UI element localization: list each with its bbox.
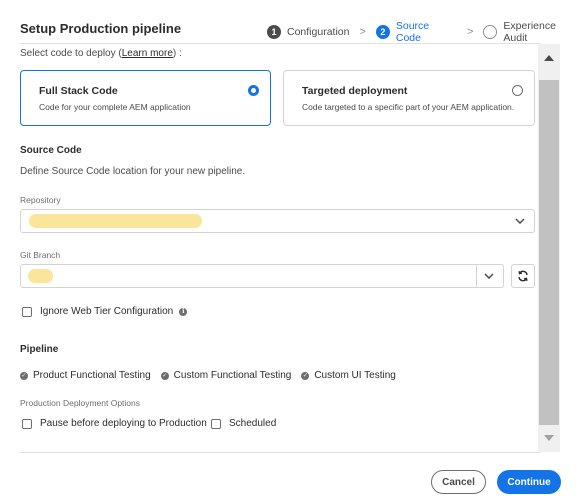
radio-unselected[interactable] bbox=[512, 85, 523, 96]
stepper: 1 Configuration > 2 Source Code > Experi… bbox=[267, 20, 582, 44]
pipeline-test-item: ✓ Custom UI Testing bbox=[301, 370, 396, 381]
step-configuration[interactable]: 1 Configuration bbox=[267, 25, 349, 39]
checkmark-icon: ✓ bbox=[301, 371, 310, 380]
dialog-title: Setup Production pipeline bbox=[20, 21, 182, 36]
card-title: Targeted deployment bbox=[302, 85, 408, 97]
ignore-web-tier-checkbox[interactable] bbox=[22, 306, 32, 317]
chevron-down-icon[interactable] bbox=[483, 270, 495, 282]
redacted-value bbox=[28, 269, 53, 283]
refresh-icon bbox=[518, 270, 528, 282]
card-title: Full Stack Code bbox=[39, 85, 118, 97]
refresh-branches-button[interactable] bbox=[511, 264, 535, 288]
step-label-experience-audit: Experience Audit bbox=[503, 20, 556, 44]
step-circle-empty bbox=[483, 25, 498, 39]
info-icon[interactable]: i bbox=[179, 307, 188, 316]
ignore-web-tier-label: Ignore Web Tier Configuration bbox=[40, 306, 174, 317]
step-number-2: 2 bbox=[375, 25, 390, 39]
select-code-prompt: Select code to deploy (Learn more) : bbox=[20, 48, 182, 59]
footer-divider bbox=[20, 452, 540, 453]
scheduled-option[interactable]: Scheduled bbox=[211, 418, 276, 429]
pipeline-test-item: ✓ Custom Functional Testing bbox=[160, 370, 292, 381]
step-number-1: 1 bbox=[267, 25, 281, 39]
setup-pipeline-dialog: Setup Production pipeline 1 Configuratio… bbox=[0, 0, 582, 504]
radio-selected[interactable] bbox=[248, 85, 259, 96]
chevron-right-icon: > bbox=[359, 26, 366, 38]
card-description: Code for your complete AEM application bbox=[39, 102, 191, 112]
step-experience-audit[interactable]: Experience Audit bbox=[483, 20, 582, 44]
field-divider bbox=[476, 265, 477, 287]
targeted-deployment-card[interactable]: Targeted deployment Code targeted to a s… bbox=[283, 70, 535, 126]
continue-button[interactable]: Continue bbox=[497, 470, 561, 494]
scrollbar-thumb[interactable] bbox=[539, 80, 559, 425]
scroll-down-arrow-icon[interactable] bbox=[538, 432, 560, 444]
step-label-source-code: Source Code bbox=[395, 20, 430, 44]
checkmark-icon: ✓ bbox=[20, 371, 28, 380]
git-branch-label: Git Branch bbox=[20, 250, 61, 260]
checkmark-icon: ✓ bbox=[160, 371, 169, 380]
redacted-value bbox=[29, 214, 202, 228]
pipeline-heading: Pipeline bbox=[20, 344, 59, 355]
cancel-button[interactable]: Cancel bbox=[431, 470, 486, 494]
repository-label: Repository bbox=[20, 195, 61, 205]
pipeline-test-item: ✓ Product Functional Testing bbox=[20, 370, 151, 381]
scroll-up-arrow-icon[interactable] bbox=[538, 52, 560, 64]
scheduled-label: Scheduled bbox=[229, 418, 277, 429]
source-code-description: Define Source Code location for your new… bbox=[20, 166, 246, 177]
full-stack-code-card[interactable]: Full Stack Code Code for your complete A… bbox=[20, 70, 271, 126]
deployment-options-label: Production Deployment Options bbox=[20, 398, 141, 408]
card-description: Code targeted to a specific part of your… bbox=[302, 102, 515, 112]
chevron-right-icon: > bbox=[467, 26, 474, 38]
pause-before-production-checkbox[interactable] bbox=[22, 418, 32, 429]
pause-before-production-option[interactable]: Pause before deploying to Production bbox=[22, 418, 207, 429]
scheduled-checkbox[interactable] bbox=[211, 418, 221, 429]
pipeline-tests: ✓ Product Functional Testing ✓ Custom Fu… bbox=[20, 370, 406, 381]
step-label-configuration: Configuration bbox=[287, 26, 350, 38]
vertical-scrollbar[interactable] bbox=[538, 44, 560, 452]
source-code-heading: Source Code bbox=[20, 145, 82, 156]
pause-before-production-label: Pause before deploying to Production bbox=[40, 418, 207, 429]
step-source-code[interactable]: 2 Source Code bbox=[375, 20, 457, 44]
git-branch-select[interactable] bbox=[20, 264, 504, 288]
learn-more-link[interactable]: Learn more bbox=[122, 48, 173, 59]
form-scroll-area[interactable]: Select code to deploy (Learn more) : Ful… bbox=[0, 44, 560, 452]
repository-select[interactable] bbox=[20, 209, 535, 233]
chevron-down-icon bbox=[514, 215, 526, 227]
ignore-web-tier-option[interactable]: Ignore Web Tier Configuration i bbox=[22, 306, 188, 317]
